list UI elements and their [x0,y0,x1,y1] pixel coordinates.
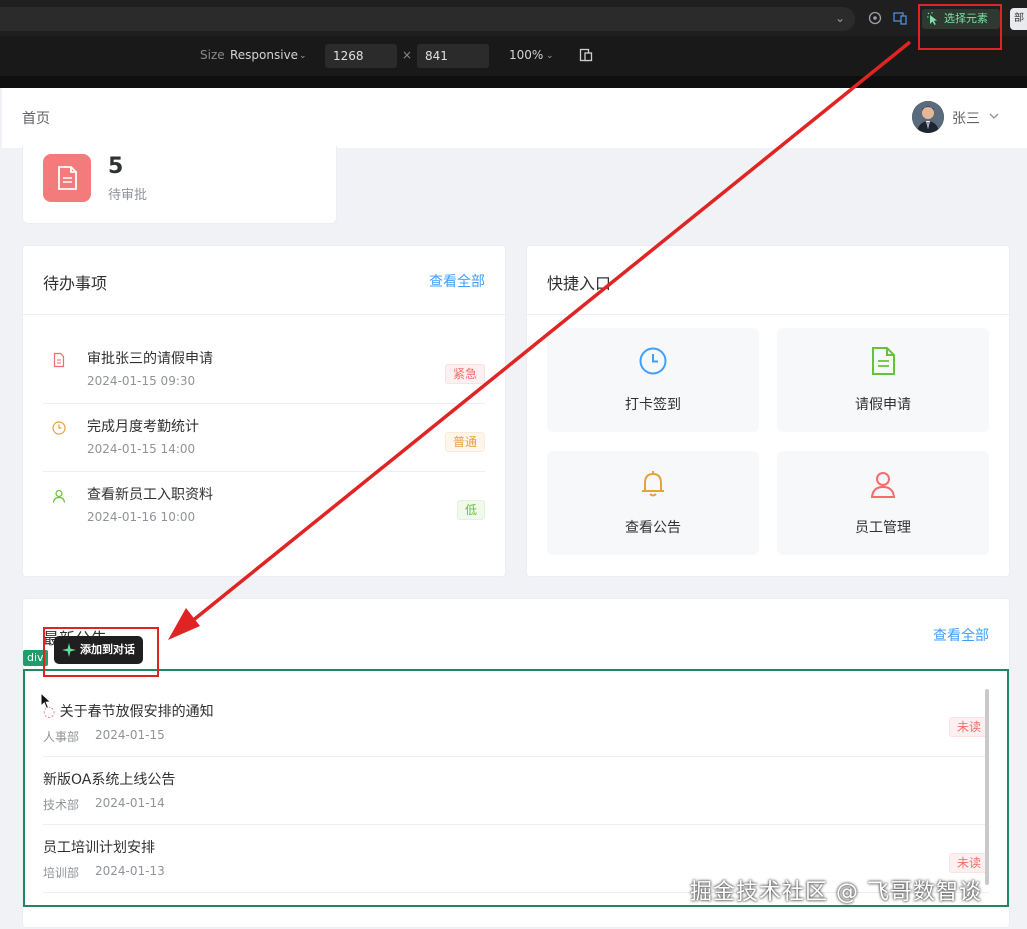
notice-dept: 人事部 [43,730,80,744]
notice-view-all-link[interactable]: 查看全部 [933,625,989,645]
viewport-gutter [0,76,1027,88]
user-icon [52,489,66,503]
device-toolbar: Size Responsive ⌄ 1268 × 841 100% ⌄ [0,36,1027,76]
avatar[interactable] [912,101,944,133]
width-input[interactable]: 1268 [325,44,397,68]
address-bar[interactable]: ⌄ [0,7,855,31]
chevron-down-icon[interactable]: ⌄ [546,51,554,61]
notice-dept: 培训部 [43,866,80,880]
scrollbar[interactable] [985,689,989,885]
priority-badge: 普通 [444,432,485,452]
user-name[interactable]: 张三 [952,108,980,128]
notice-item-title: 员工培训计划安排 [43,840,155,856]
todo-item-time: 2024-01-15 14:00 [87,442,196,456]
zoom-select[interactable]: 100% [509,48,543,62]
chevron-down-icon[interactable]: ⌄ [835,11,845,25]
pending-approval-card[interactable]: 5 待审批 [22,146,337,224]
watermark: 掘金技术社区 @ 飞哥数智谈 [690,880,982,905]
todo-item[interactable]: 审批张三的请假申请 2024-01-15 09:30 紧急 [43,336,485,404]
notice-item-title: ◌ 关于春节放假安排的通知 [43,704,214,720]
notice-date: 2024-01-14 [95,796,165,810]
avatar-portrait-icon [912,101,944,133]
todo-view-all-link[interactable]: 查看全部 [429,271,485,291]
quick-label: 查看公告 [625,520,681,536]
stat-label: 待审批 [108,188,148,203]
notice-list-selected[interactable]: ◌ 关于春节放假安排的通知 人事部 2024-01-15 未读 新版OA系统上线… [23,669,1009,907]
quick-label: 员工管理 [855,520,911,536]
document-icon [53,352,65,368]
quick-clock-in[interactable]: 打卡签到 [547,328,759,432]
unread-badge: 未读 [948,853,989,873]
user-icon [870,472,896,498]
page-viewport: 首页 张三 5 待审批 待办事项 查看全部 审批张三的请假申请 2024-01-… [2,88,1027,929]
chevron-down-icon[interactable] [988,110,1000,122]
stat-icon-box [43,154,91,202]
side-panel-tab[interactable]: 部 [1010,8,1027,30]
chevron-down-icon[interactable]: ⌄ [299,51,307,61]
divider [23,314,505,315]
devtools-toolbar: ⌄ 选择元素 部 [0,0,1027,36]
annotation-box-pick [918,4,1002,50]
document-icon [58,166,77,190]
breadcrumb[interactable]: 首页 [22,108,50,128]
bell-icon [642,471,664,497]
mouse-cursor-icon [40,692,52,710]
priority-badge: 低 [456,500,485,520]
app-header: 首页 张三 [2,88,1027,148]
device-toggle-icon[interactable] [893,11,907,25]
quick-employee-management[interactable]: 员工管理 [777,451,989,555]
clock-icon [639,347,667,375]
notice-item[interactable]: 新版OA系统上线公告 技术部 2024-01-14 [43,757,989,825]
compass-icon[interactable] [868,11,882,25]
todo-item-title: 完成月度考勤统计 [87,419,199,435]
clock-icon [52,421,66,435]
annotation-box-chat [43,627,159,677]
quick-title: 快捷入口 [547,274,612,293]
rotate-icon[interactable] [579,48,593,62]
notice-item[interactable]: ◌ 关于春节放假安排的通知 人事部 2024-01-15 未读 [43,689,989,757]
todo-title: 待办事项 [43,274,108,293]
notice-item-title: 新版OA系统上线公告 [43,772,176,788]
quick-label: 打卡签到 [625,397,681,413]
stat-value: 5 [108,154,124,179]
notice-date: 2024-01-13 [95,864,165,878]
priority-badge: 紧急 [444,364,485,384]
todo-item[interactable]: 查看新员工入职资料 2024-01-16 10:00 低 [43,472,485,540]
quick-leave-request[interactable]: 请假申请 [777,328,989,432]
quick-label: 请假申请 [855,397,911,413]
notice-dept: 技术部 [43,798,80,812]
size-select[interactable]: Responsive [230,48,298,62]
quick-entry-card: 快捷入口 打卡签到 请假申请 查看公告 员工管理 [526,245,1010,577]
todo-item-title: 审批张三的请假申请 [87,351,213,367]
times-sign: × [402,48,413,62]
document-icon [872,347,895,375]
quick-view-notice[interactable]: 查看公告 [547,451,759,555]
todo-item-time: 2024-01-16 10:00 [87,510,196,524]
todo-item[interactable]: 完成月度考勤统计 2024-01-15 14:00 普通 [43,404,485,472]
height-input[interactable]: 841 [417,44,489,68]
size-label: Size [200,48,225,62]
divider [527,314,1009,315]
todo-item-time: 2024-01-15 09:30 [87,374,196,388]
todo-item-title: 查看新员工入职资料 [87,487,213,503]
notice-date: 2024-01-15 [95,728,165,742]
unread-badge: 未读 [948,717,989,737]
todo-card: 待办事项 查看全部 审批张三的请假申请 2024-01-15 09:30 紧急 … [22,245,506,577]
